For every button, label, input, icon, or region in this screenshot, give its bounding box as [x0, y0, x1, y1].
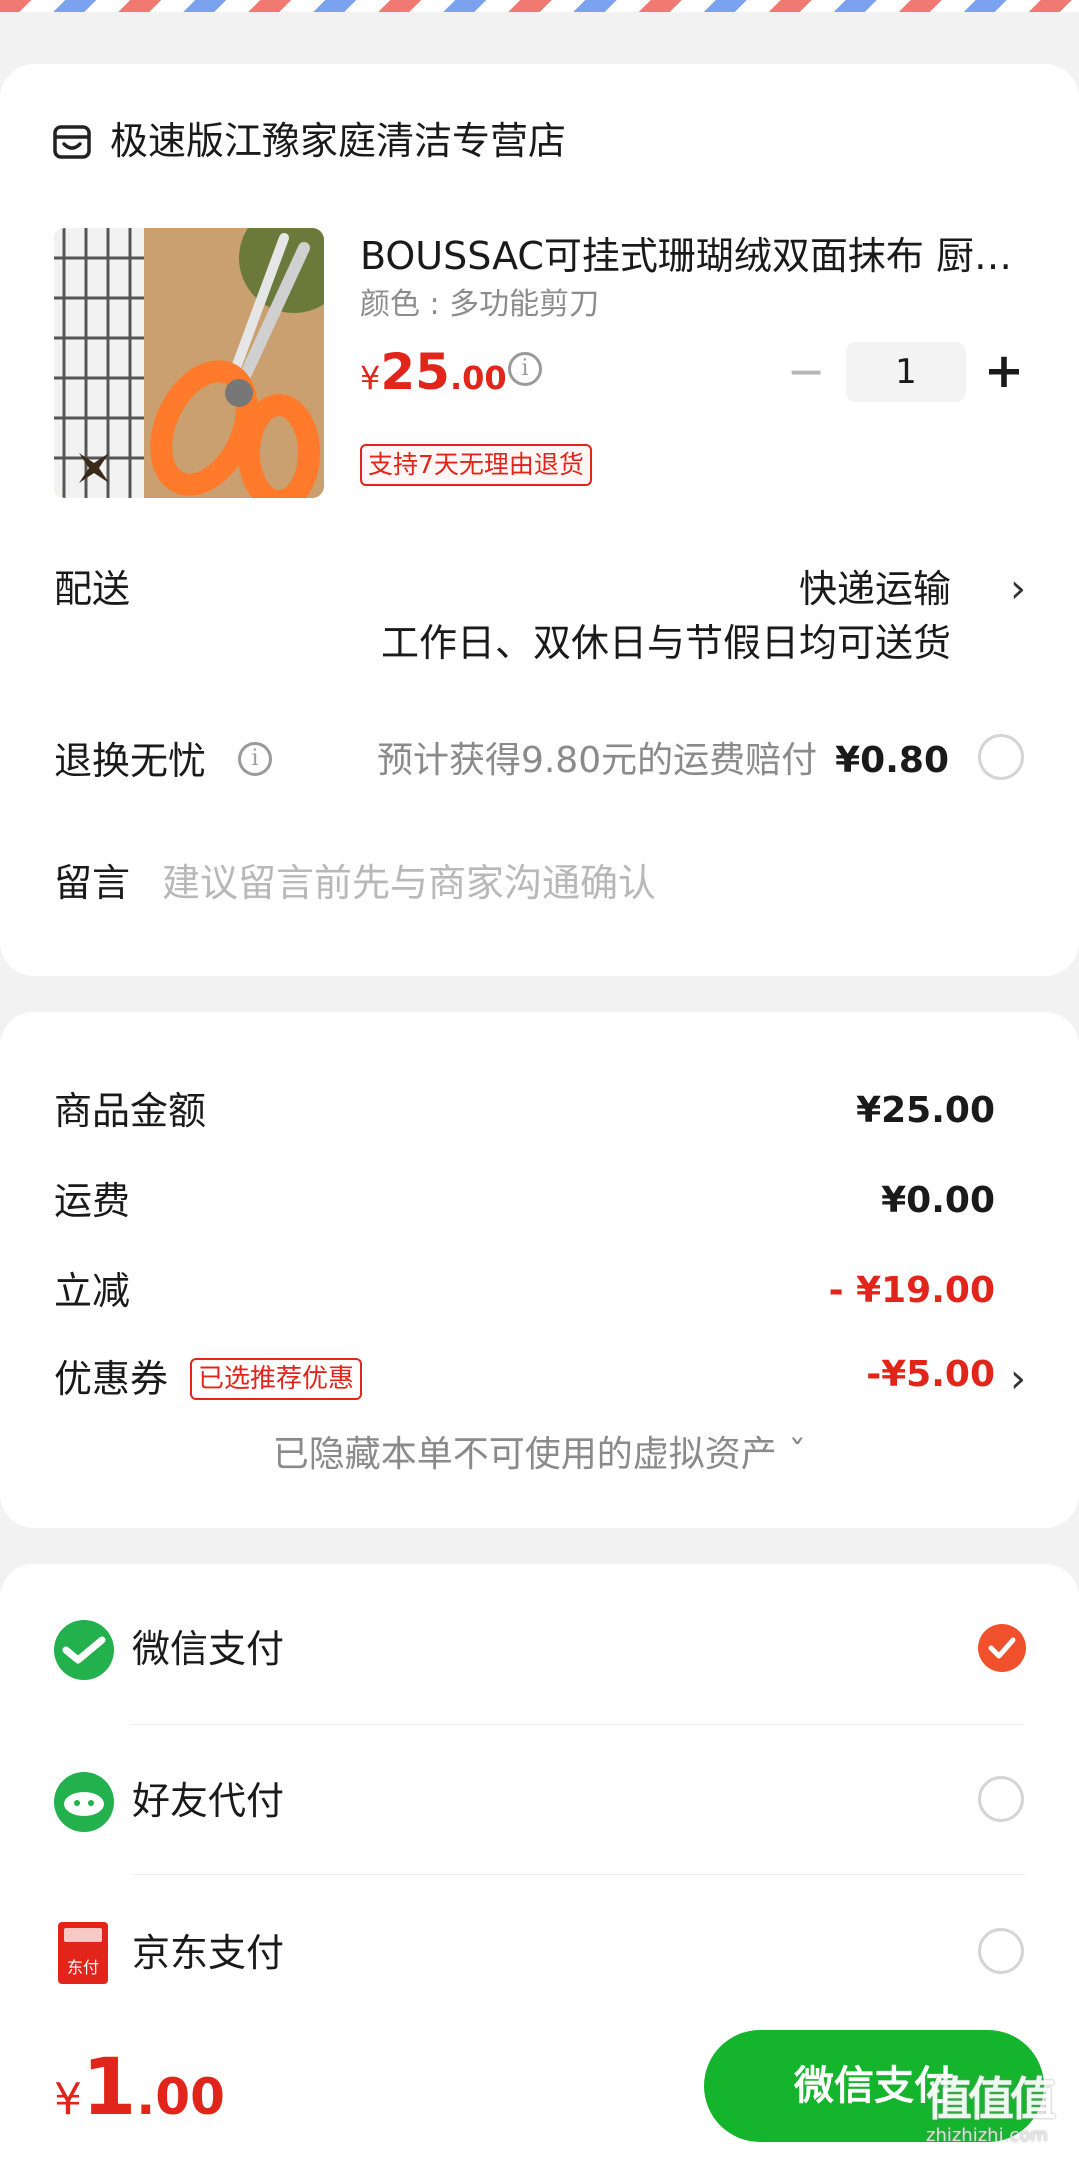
return-insurance-desc: 预计获得9.80元的运费赔付 ¥0.80: [377, 734, 949, 788]
return-insurance-price: ¥0.80: [835, 740, 949, 781]
message-label: 留言: [54, 861, 131, 905]
quantity-input[interactable]: 1: [846, 342, 966, 402]
divider: [132, 1724, 1025, 1725]
divider: [132, 1874, 1025, 1875]
chevron-right-icon[interactable]: ›: [1010, 566, 1026, 612]
store-icon: [52, 122, 92, 162]
quantity-plus-button[interactable]: +: [980, 346, 1028, 396]
pay-method-label[interactable]: 好友代付: [132, 1774, 284, 1828]
watermark-url: zhizhizhi.com: [926, 2125, 1048, 2146]
goods-amount-value: ¥25.00: [856, 1090, 995, 1131]
product-image[interactable]: [54, 228, 324, 498]
coupon-label: 优惠券: [54, 1357, 169, 1401]
return-policy-badge: 支持7天无理由退货: [360, 444, 592, 486]
delivery-label: 配送: [54, 567, 131, 611]
pay-method-checked[interactable]: [978, 1624, 1026, 1672]
message-input[interactable]: [162, 856, 962, 910]
return-insurance-radio[interactable]: [978, 734, 1024, 780]
delivery-method[interactable]: 快递运输: [799, 562, 951, 616]
total-currency: ¥: [54, 2074, 82, 2125]
quantity-minus-button[interactable]: −: [786, 348, 826, 394]
pay-method-label[interactable]: 京东支付: [132, 1926, 284, 1980]
coupon-recommended-badge: 已选推荐优惠: [190, 1358, 363, 1400]
product-price: ¥25.00: [360, 342, 507, 414]
chevron-right-icon[interactable]: ›: [1010, 1356, 1026, 1402]
watermark-logo: 值值值: [926, 2072, 1056, 2126]
watermark: 值值值 zhizhizhi.com: [926, 2072, 1056, 2146]
return-insurance-info-icon[interactable]: i: [238, 742, 272, 776]
jd-pay-icon-text: 东付: [66, 1958, 99, 1977]
delivery-note: 工作日、双休日与节假日均可送货: [380, 621, 951, 665]
store-name[interactable]: 极速版江豫家庭清洁专营店: [110, 114, 566, 168]
hidden-assets-toggle[interactable]: 已隐藏本单不可使用的虚拟资产 ˇ: [0, 1428, 1079, 1482]
instant-discount-value: - ¥19.00: [828, 1270, 995, 1311]
return-insurance-text: 预计获得9.80元的运费赔付: [376, 740, 818, 781]
product-title[interactable]: BOUSSAC可挂式珊瑚绒双面抹布 厨房用品抹布多功能: [360, 230, 1020, 282]
total-decimal: .00: [136, 2068, 225, 2126]
price-integer: 25: [380, 343, 450, 401]
price-decimal: .00: [449, 359, 507, 397]
price-currency: ¥: [360, 359, 381, 397]
product-spec[interactable]: 颜色 : 多功能剪刀: [360, 284, 599, 326]
pay-method-radio[interactable]: [978, 1928, 1024, 1974]
price-info-icon[interactable]: i: [508, 352, 542, 386]
shipping-fee-value: ¥0.00: [881, 1180, 995, 1221]
shipping-fee-label: 运费: [54, 1179, 131, 1223]
pay-method-label[interactable]: 微信支付: [132, 1622, 284, 1676]
order-card: [0, 64, 1079, 976]
return-insurance-label: 退换无忧: [54, 739, 207, 783]
jd-pay-icon: 东付: [58, 1922, 108, 1984]
order-total: ¥1.00: [54, 2040, 225, 2157]
wechat-pay-icon: [54, 1620, 114, 1680]
goods-amount-label: 商品金额: [54, 1089, 207, 1133]
coupon-value[interactable]: -¥5.00: [866, 1348, 995, 1402]
friend-pay-icon: [54, 1772, 114, 1832]
pay-method-radio[interactable]: [978, 1776, 1024, 1822]
instant-discount-label: 立减: [54, 1269, 131, 1313]
total-integer: 1: [82, 2043, 137, 2133]
envelope-stripe-border: [0, 0, 1079, 26]
